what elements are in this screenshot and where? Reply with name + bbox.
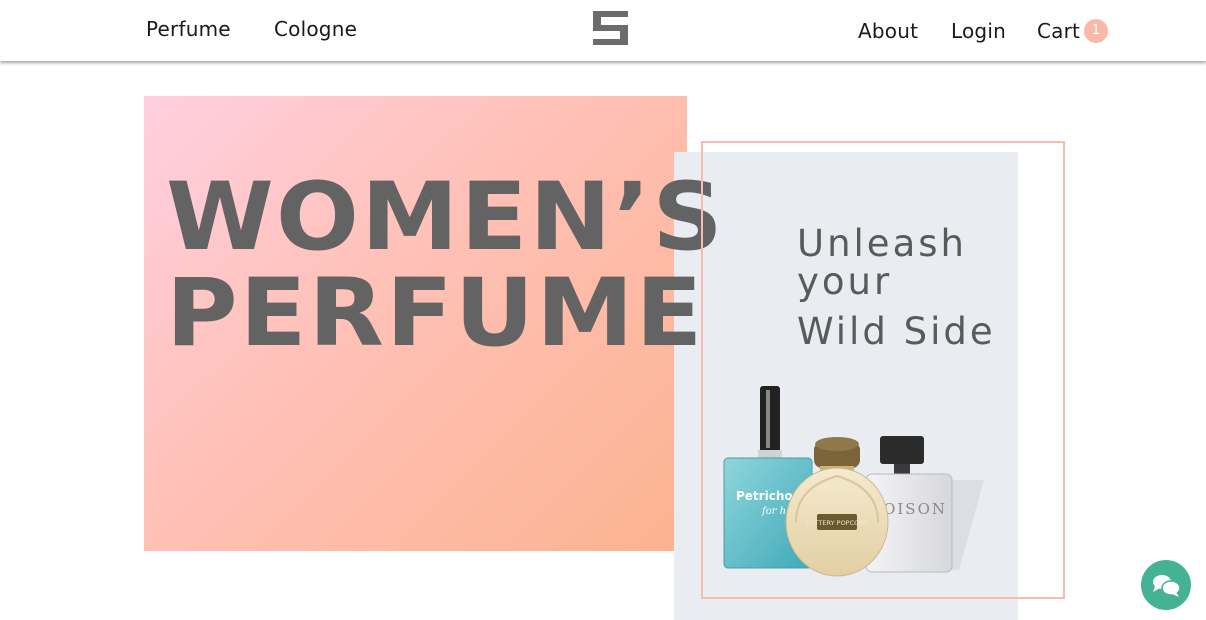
chat-bubbles-icon [1153, 575, 1181, 597]
top-navigation-bar: Perfume Cologne About Login Cart 1 [0, 0, 1206, 61]
nav-link-cologne[interactable]: Cologne [274, 17, 357, 41]
chat-button[interactable] [1141, 560, 1191, 610]
nav-link-perfume[interactable]: Perfume [146, 17, 231, 41]
hero-title-line2: PERFUME [166, 259, 705, 368]
promo-tagline: Unleash your Wild Side [797, 222, 996, 354]
nav-link-about[interactable]: About [858, 19, 918, 43]
nav-link-login[interactable]: Login [951, 19, 1006, 43]
hero-title-line1: WOMEN’S [166, 163, 725, 272]
brand-logo[interactable] [593, 11, 628, 45]
hero-title: WOMEN’S PERFUME [166, 170, 725, 362]
promo-frame [701, 141, 1065, 599]
nav-link-cart[interactable]: Cart [1037, 19, 1080, 43]
promo-tagline-line2: your [797, 260, 893, 303]
cart-count-badge[interactable]: 1 [1084, 19, 1108, 43]
promo-tagline-line3: Wild Side [797, 310, 996, 353]
